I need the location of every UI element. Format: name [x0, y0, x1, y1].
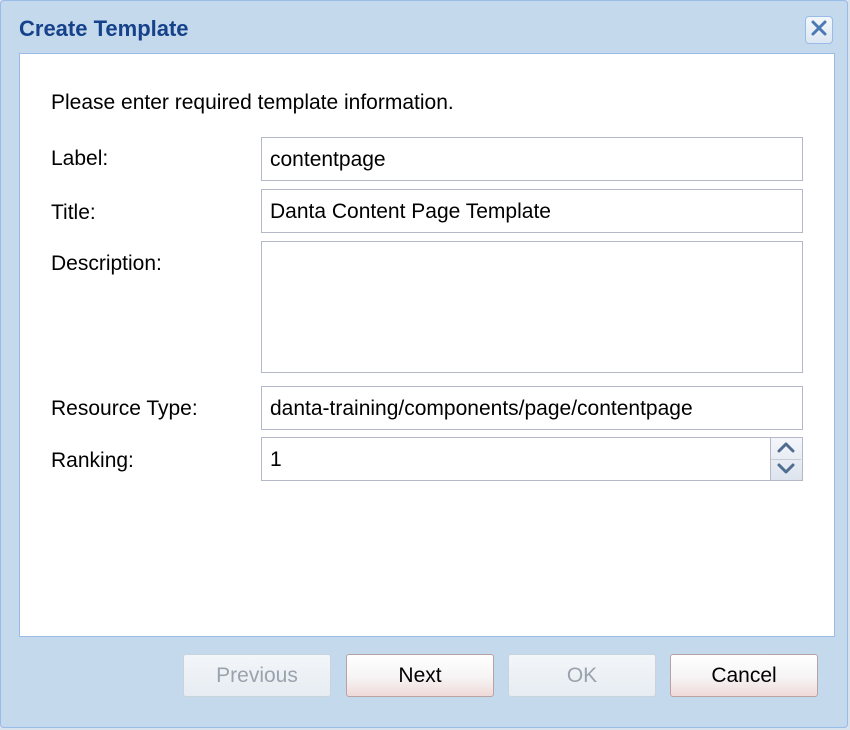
description-field-caption: Description: — [51, 252, 162, 275]
resource-type-input[interactable]: danta-training/components/page/contentpa… — [261, 386, 803, 430]
next-button[interactable]: Next — [346, 654, 494, 697]
spin-up-button[interactable] — [771, 438, 801, 459]
dialog-title: Create Template — [19, 16, 189, 41]
ranking-spinner — [771, 437, 803, 481]
cancel-button[interactable]: Cancel — [670, 654, 818, 697]
intro-text: Please enter required template informati… — [51, 91, 454, 114]
close-button[interactable] — [805, 16, 833, 44]
ok-button[interactable]: OK — [508, 654, 656, 697]
form-panel: Please enter required template informati… — [19, 53, 835, 637]
dialog-titlebar[interactable]: Create Template — [1, 1, 847, 53]
label-input[interactable]: contentpage — [261, 137, 803, 181]
description-textarea[interactable] — [261, 241, 803, 373]
chevron-up-icon — [777, 440, 795, 458]
ranking-field-caption: Ranking: — [51, 449, 134, 472]
create-template-dialog: Create Template Please enter required te… — [0, 0, 848, 728]
label-field-caption: Label: — [51, 147, 109, 170]
ranking-input[interactable]: 1 — [261, 437, 771, 481]
chevron-down-icon — [777, 462, 795, 480]
title-input[interactable]: Danta Content Page Template — [261, 189, 803, 233]
previous-button[interactable]: Previous — [183, 654, 331, 697]
spin-down-button[interactable] — [771, 459, 801, 481]
title-field-caption: Title: — [51, 201, 96, 224]
resource-type-field-caption: Resource Type: — [51, 397, 198, 420]
close-icon — [810, 19, 828, 42]
